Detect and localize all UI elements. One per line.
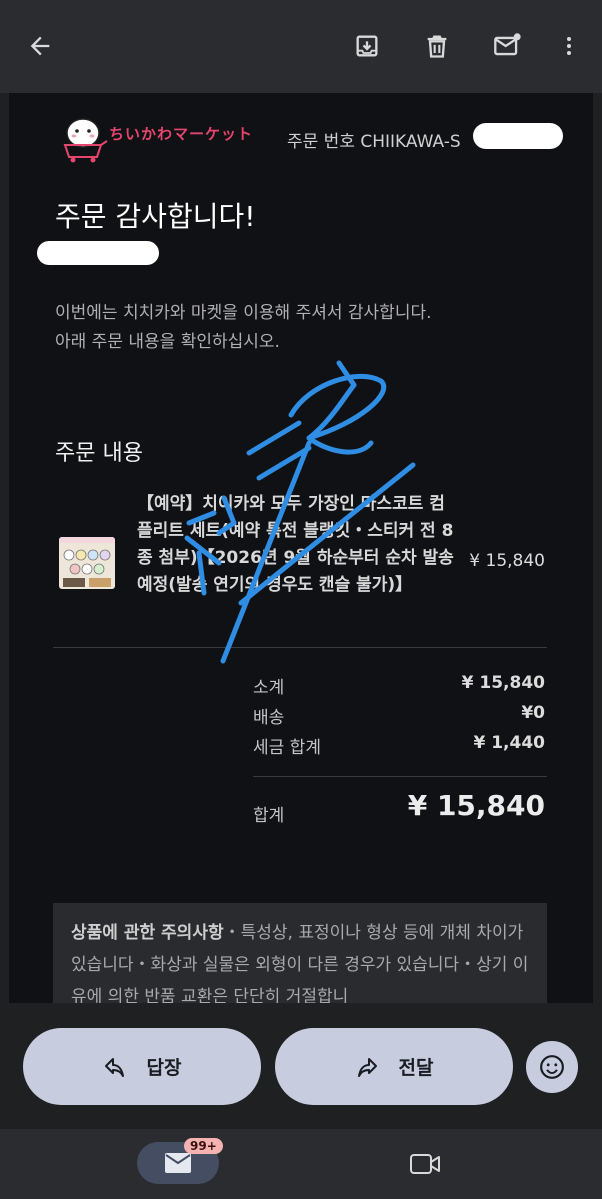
back-button[interactable] bbox=[18, 24, 62, 68]
total-label: 합계 bbox=[253, 806, 285, 826]
reply-icon bbox=[104, 1057, 124, 1077]
thanks-heading: 주문 감사합니다! bbox=[55, 200, 256, 233]
trash-icon bbox=[427, 35, 447, 58]
emoji-icon bbox=[540, 1055, 564, 1079]
video-icon bbox=[410, 1154, 440, 1174]
nav-meet-tab[interactable] bbox=[400, 1149, 450, 1179]
archive-icon bbox=[356, 35, 378, 57]
subtotal-label: 소계 bbox=[253, 678, 285, 698]
mark-unread-icon bbox=[494, 33, 521, 56]
arrow-back-icon bbox=[30, 36, 50, 56]
email-body: ちいかわマーケット 주문 번호 CHIIKAWA-S 주문 감사합니다! 이번에… bbox=[9, 93, 593, 1003]
notice-title: 상품에 관한 주의사항 bbox=[71, 923, 224, 943]
tax-label: 세금 합계 bbox=[253, 738, 321, 758]
reply-label: 답장 bbox=[146, 1057, 182, 1079]
bottom-navigation: 99+ bbox=[0, 1129, 602, 1199]
more-options-button[interactable] bbox=[547, 24, 591, 68]
subtotal-value: ¥ 15,840 bbox=[461, 673, 545, 693]
intro-line: 이번에는 치치카와 마켓을 이용해 주셔서 감사합니다. bbox=[55, 303, 432, 323]
delete-button[interactable] bbox=[415, 24, 459, 68]
unread-count-badge: 99+ bbox=[184, 1138, 223, 1154]
order-section-title: 주문 내용 bbox=[55, 441, 143, 466]
product-name[interactable]: 【예약】치이카와 모두 가장인 마스코트 컴플리트 세트(예약 특전 블랭킷・스… bbox=[137, 491, 459, 599]
action-bar: 답장 전달 bbox=[0, 1003, 602, 1129]
shop-logo-text: ちいかわマーケット bbox=[109, 125, 254, 143]
tax-value: ¥ 1,440 bbox=[473, 733, 545, 753]
product-notice: 상품에 관한 주의사항・특성상, 표정이나 형상 등에 개체 차이가 있습니다・… bbox=[53, 903, 547, 1003]
forward-button[interactable]: 전달 bbox=[275, 1028, 513, 1105]
order-number: 주문 번호 CHIIKAWA-S bbox=[287, 132, 461, 152]
archive-button[interactable] bbox=[345, 24, 389, 68]
shipping-label: 배송 bbox=[253, 708, 285, 728]
reply-button[interactable]: 답장 bbox=[23, 1028, 261, 1105]
divider bbox=[253, 776, 547, 777]
mark-unread-button[interactable] bbox=[486, 24, 530, 68]
shipping-value: ¥0 bbox=[521, 703, 545, 723]
product-thumbnail[interactable] bbox=[59, 537, 115, 589]
mail-icon bbox=[165, 1153, 191, 1173]
more-vert-icon bbox=[567, 37, 571, 55]
forward-label: 전달 bbox=[398, 1057, 434, 1079]
emoji-reaction-button[interactable] bbox=[526, 1041, 578, 1093]
top-app-bar bbox=[0, 0, 602, 93]
intro-line: 아래 주문 내용을 확인하십시오. bbox=[55, 332, 280, 352]
total-value: ¥ 15,840 bbox=[407, 789, 545, 822]
product-image bbox=[59, 537, 115, 587]
redaction-mark bbox=[473, 123, 563, 149]
product-price: ¥ 15,840 bbox=[469, 551, 545, 571]
divider bbox=[53, 647, 547, 648]
intro-text: 이번에는 치치카와 마켓을 이용해 주셔서 감사합니다. 아래 주문 내용을 확… bbox=[55, 299, 432, 357]
forward-icon bbox=[357, 1057, 377, 1077]
redaction-mark bbox=[37, 241, 159, 265]
